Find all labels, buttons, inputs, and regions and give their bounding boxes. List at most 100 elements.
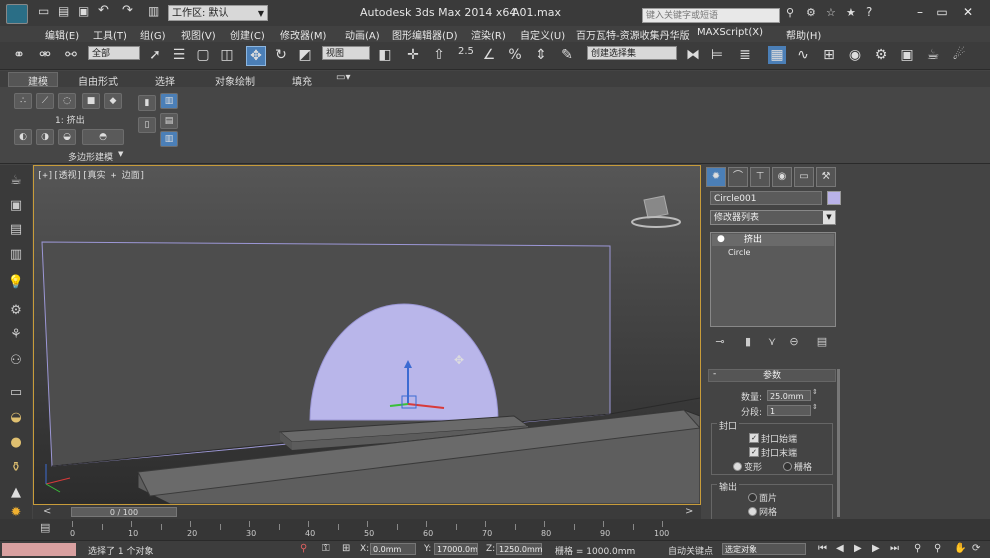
subscription-icon[interactable]: ⚙ <box>806 6 816 19</box>
workspace-dropdown[interactable]: 工作区: 默认 ▼ <box>168 5 268 21</box>
tab-object-paint[interactable]: 对象绘制 <box>215 73 255 88</box>
params-rollout-header[interactable]: 参数 <box>708 369 836 382</box>
sphere-icon[interactable]: ● <box>7 435 25 451</box>
tab-modeling[interactable]: 建模 <box>28 73 48 88</box>
mini-curve-editor-icon[interactable]: ▤ <box>40 521 56 535</box>
menu-help[interactable]: 帮助(H) <box>786 27 821 42</box>
rect-selection-icon[interactable]: ▢ <box>194 46 212 64</box>
panel-expand-icon[interactable]: ▼ <box>118 150 123 158</box>
app-logo-icon[interactable] <box>6 4 28 24</box>
slider-right-icon[interactable]: > <box>685 506 693 517</box>
menu-plugin[interactable]: 百万瓦特-资源收集丹华版 <box>576 27 690 42</box>
teapot-shape-icon[interactable]: ⚱ <box>7 460 25 476</box>
menu-create[interactable]: 创建(C) <box>230 27 265 42</box>
utilities-tab-icon[interactable]: ⚒ <box>816 167 836 187</box>
scene-explorer-icon[interactable]: ▥ <box>7 247 25 263</box>
segments-spinner[interactable]: 1 <box>767 405 811 416</box>
schematic-view-icon[interactable]: ⊞ <box>820 46 838 64</box>
ribbon-side-4-icon[interactable]: ▤ <box>160 113 178 129</box>
goto-start-icon[interactable]: ⏮ <box>818 543 827 554</box>
orbit-icon[interactable]: ⟳ <box>972 543 980 554</box>
move-icon[interactable]: ✥ <box>246 46 266 66</box>
menu-tools[interactable]: 工具(T) <box>93 27 127 42</box>
goto-end-icon[interactable]: ⏭ <box>890 543 899 554</box>
open-file-icon[interactable]: ▤ <box>58 4 69 18</box>
helper-icon[interactable]: ⚘ <box>7 327 25 343</box>
ribbon-side-1-icon[interactable]: ▮ <box>138 95 156 111</box>
key-filter-dropdown[interactable]: 选定对象 <box>722 543 806 555</box>
ribbon-side-2-icon[interactable]: ▥ <box>160 93 178 109</box>
slider-left-icon[interactable]: < <box>43 506 51 517</box>
percent-snap-icon[interactable]: % <box>506 46 524 64</box>
vertex-mode-icon[interactable]: ∴ <box>14 93 32 109</box>
menu-animation[interactable]: 动画(A) <box>345 27 380 42</box>
element-mode-icon[interactable]: ◆ <box>104 93 122 109</box>
render-frame-icon[interactable]: ▣ <box>7 198 25 214</box>
mirror-icon[interactable]: ⧓ <box>684 46 702 64</box>
object-color-swatch[interactable] <box>827 191 841 205</box>
box-icon[interactable]: ▭ <box>7 385 25 401</box>
select-manipulate-icon[interactable]: ✛ <box>404 46 422 64</box>
segments-spinner-arrows-icon[interactable]: ⇕ <box>812 403 818 411</box>
named-selection-dropdown[interactable]: 创建选择集 <box>587 46 677 60</box>
perspective-viewport[interactable]: [+][透视][真实 + 边面] ✥ <box>33 165 701 505</box>
lightbulb-icon[interactable]: ● <box>717 234 725 244</box>
menu-views[interactable]: 视图(V) <box>181 27 216 42</box>
cap-start-checkbox[interactable]: ✓ <box>749 433 759 443</box>
video-icon[interactable]: ⚇ <box>7 353 25 369</box>
reference-coordinate-dropdown[interactable]: 视图 <box>322 46 370 60</box>
zoom-all-icon[interactable]: ⚲ <box>934 543 941 554</box>
help-icon[interactable]: ? <box>866 5 872 19</box>
select-object-icon[interactable]: ➚ <box>146 46 164 64</box>
material-editor-icon[interactable]: ◉ <box>846 46 864 64</box>
polygon-modeling-label[interactable]: 多边形建模 <box>68 150 113 163</box>
menu-customize[interactable]: 自定义(U) <box>520 27 565 42</box>
cone-icon[interactable]: ▲ <box>7 485 25 501</box>
unlink-icon[interactable]: ⚮ <box>36 46 54 64</box>
spinner-snap-icon[interactable]: ⇕ <box>532 46 550 64</box>
rotate-icon[interactable]: ↻ <box>272 46 290 64</box>
ribbon-side-3-icon[interactable]: ▯ <box>138 117 156 133</box>
menu-graph-editors[interactable]: 图形编辑器(D) <box>392 27 458 42</box>
modifier-list-dropdown[interactable]: 修改器列表 ▼ <box>710 210 836 225</box>
morph-radio[interactable] <box>733 462 742 471</box>
amount-spinner[interactable]: 25.0mm <box>767 390 811 401</box>
pin-stack-icon[interactable]: ⊸ <box>713 335 727 349</box>
amount-spinner-arrows-icon[interactable]: ⇕ <box>812 388 818 396</box>
make-unique-icon[interactable]: ⋎ <box>765 335 779 349</box>
render-icon[interactable]: ☕ <box>924 46 942 64</box>
menu-group[interactable]: 组(G) <box>140 27 166 42</box>
edge-mode-icon[interactable]: ⟋ <box>36 93 54 109</box>
lock-icon[interactable]: ⚿ <box>322 543 330 554</box>
edit-named-selection-icon[interactable]: ✎ <box>558 46 576 64</box>
border-mode-icon[interactable]: ◌ <box>58 93 76 109</box>
window-crossing-icon[interactable]: ◫ <box>218 46 236 64</box>
menu-modifiers[interactable]: 修改器(M) <box>280 27 326 42</box>
keyboard-shortcut-icon[interactable]: ⇧ <box>430 46 448 64</box>
ribbon-tool-1-icon[interactable]: ◐ <box>14 129 32 145</box>
tab-selection[interactable]: 选择 <box>155 73 175 88</box>
transform-mode-icon[interactable]: ⊞ <box>342 543 350 554</box>
close-button[interactable]: ✕ <box>958 4 978 20</box>
render-iterative-icon[interactable]: ☄ <box>950 46 968 64</box>
x-coordinate-field[interactable]: 0.0mm <box>370 543 416 555</box>
ribbon-options-icon[interactable]: ▭▾ <box>336 72 350 83</box>
light-icon[interactable]: 💡 <box>7 275 25 291</box>
new-file-icon[interactable]: ▭ <box>38 4 49 18</box>
configure-sets-icon[interactable]: ▤ <box>815 335 829 349</box>
stack-item-extrude[interactable]: 挤出 <box>712 234 834 246</box>
tab-populate[interactable]: 填充 <box>292 73 312 88</box>
polygon-mode-icon[interactable]: ■ <box>82 93 100 109</box>
star-icon[interactable]: ★ <box>846 6 856 19</box>
collapse-minus-icon[interactable]: - <box>713 369 716 379</box>
pan-icon[interactable]: ✋ <box>954 543 966 554</box>
teapot-icon[interactable]: ☕ <box>7 173 25 189</box>
search-input[interactable]: 键入关键字或短语 <box>642 8 780 23</box>
binoculars-icon[interactable]: ⚲ <box>786 6 794 19</box>
bind-space-warp-icon[interactable]: ⚯ <box>62 46 80 64</box>
select-by-name-icon[interactable]: ☰ <box>170 46 188 64</box>
modify-tab-icon[interactable]: ⌒ <box>728 167 748 187</box>
isolate-icon[interactable]: ⚲ <box>300 543 307 554</box>
panel-scrollbar[interactable] <box>837 369 840 517</box>
graphite-toggle-icon[interactable]: ▦ <box>768 46 786 64</box>
